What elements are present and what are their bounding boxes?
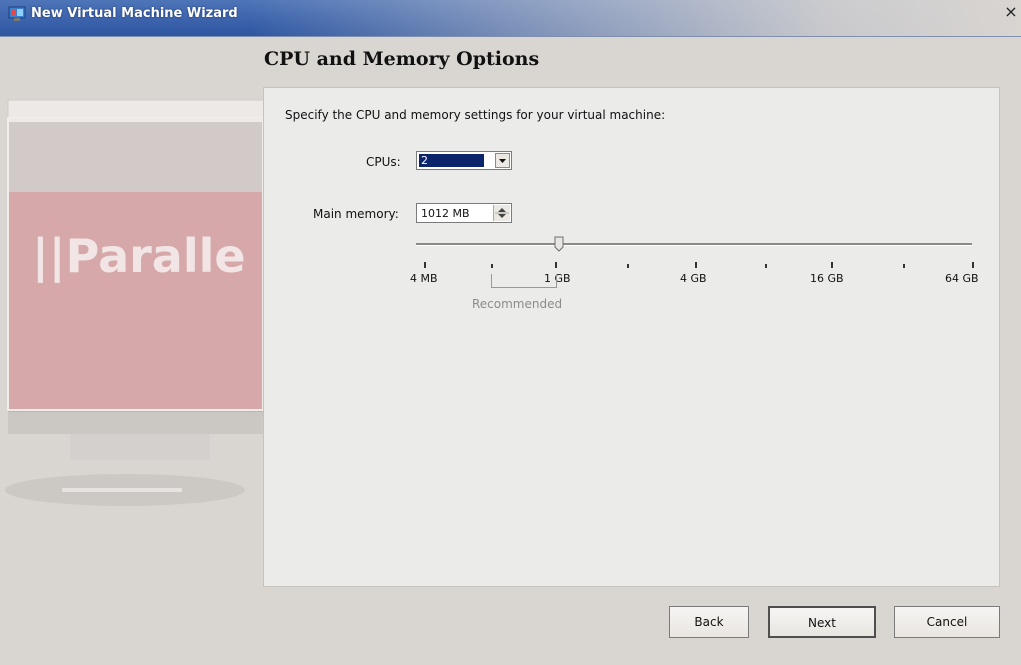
tick-label-4mb: 4 MB (410, 272, 438, 285)
spin-up-icon[interactable] (498, 208, 506, 212)
tick-mark (903, 264, 905, 268)
recommended-range-bracket (491, 274, 557, 288)
title-bar-fade (250, 0, 1021, 36)
chevron-down-icon[interactable] (495, 153, 510, 168)
tick-mark (765, 264, 767, 268)
main-memory-label: Main memory: (313, 207, 399, 221)
tick-mark (695, 262, 697, 268)
memory-slider-track[interactable] (416, 243, 972, 246)
window-title: New Virtual Machine Wizard (31, 6, 238, 21)
recommended-label: Recommended (472, 297, 563, 311)
cpus-select[interactable]: 2 (416, 151, 512, 170)
tick-mark (555, 262, 557, 268)
next-button[interactable]: Next (768, 606, 876, 638)
parallels-logo: ||Paralle (32, 229, 246, 284)
page-title: CPU and Memory Options (264, 48, 540, 70)
cpus-label: CPUs: (366, 155, 401, 169)
parallels-monitor-artwork: ||Paralle (5, 99, 270, 506)
tick-label-64gb: 64 GB (945, 272, 979, 285)
back-button[interactable]: Back (669, 606, 749, 638)
instruction-text: Specify the CPU and memory settings for … (285, 108, 666, 122)
tick-mark (972, 262, 974, 268)
cancel-button[interactable]: Cancel (894, 606, 1000, 638)
tick-label-4gb: 4 GB (680, 272, 707, 285)
spin-buttons[interactable] (493, 205, 510, 221)
parallels-app-icon (8, 6, 26, 21)
spin-down-icon[interactable] (498, 214, 506, 218)
memory-value: 1012 MB (421, 207, 470, 220)
cpus-value: 2 (419, 154, 484, 167)
tick-mark (831, 262, 833, 268)
tick-mark (424, 262, 426, 268)
close-icon[interactable]: × (1002, 2, 1020, 22)
tick-label-16gb: 16 GB (810, 272, 844, 285)
tick-mark (491, 264, 493, 268)
memory-spinner[interactable]: 1012 MB (416, 203, 512, 223)
memory-slider-thumb[interactable] (554, 236, 564, 252)
tick-mark (627, 264, 629, 268)
